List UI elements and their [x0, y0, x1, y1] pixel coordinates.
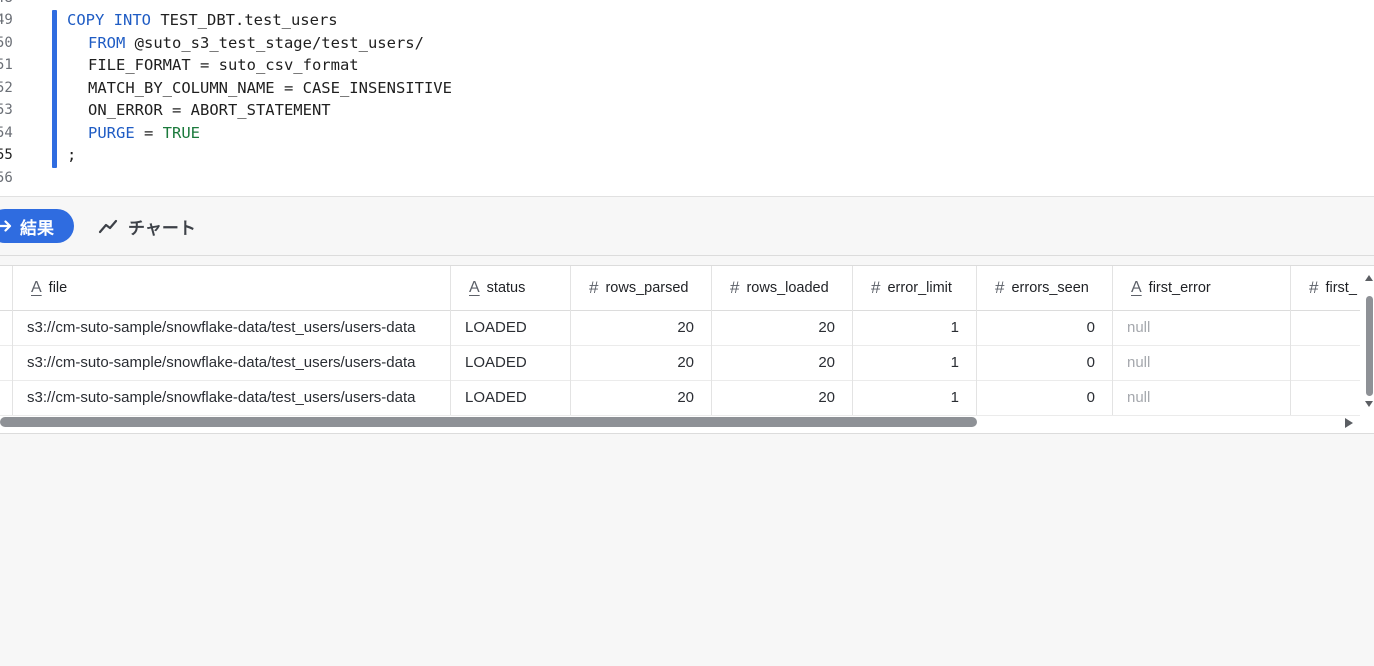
line-number-gutter: 48 49 50 51 52 53 54 55 56	[0, 0, 50, 196]
sql-keyword: INTO	[113, 11, 151, 29]
sql-keyword: FROM	[88, 34, 126, 52]
column-header-label: rows_loaded	[746, 280, 829, 296]
column-header-file[interactable]: A file	[12, 266, 450, 310]
table-row[interactable]: s3://cm-suto-sample/snowflake-data/test_…	[0, 345, 1360, 381]
column-header-error-limit[interactable]: # error_limit	[852, 266, 976, 310]
code-line[interactable]: ON_ERROR = ABORT_STATEMENT	[88, 99, 331, 121]
cell-errors-seen[interactable]: 0	[976, 345, 1112, 380]
cell-first-error[interactable]: null	[1112, 380, 1290, 415]
column-header-status[interactable]: A status	[450, 266, 570, 310]
text-type-icon: A	[469, 279, 480, 296]
grid-header-row: A file A status # rows_parsed # rows_loa…	[0, 266, 1360, 311]
code-line[interactable]: COPY INTO TEST_DBT.test_users	[67, 9, 338, 31]
code-line[interactable]: ;	[67, 144, 76, 166]
number-type-icon: #	[871, 278, 881, 297]
line-number: 50	[0, 35, 13, 51]
scroll-down-icon[interactable]	[1364, 400, 1374, 408]
code-line[interactable]: PURGE = TRUE	[88, 122, 200, 144]
column-header-first-error[interactable]: A first_error	[1112, 266, 1290, 310]
scroll-up-icon[interactable]	[1364, 274, 1374, 282]
line-number: 49	[0, 12, 13, 28]
table-row[interactable]: s3://cm-suto-sample/snowflake-data/test_…	[0, 380, 1360, 416]
code-line[interactable]: MATCH_BY_COLUMN_NAME = CASE_INSENSITIVE	[88, 77, 452, 99]
cell-first-line[interactable]	[1290, 310, 1360, 345]
cell-rows-parsed[interactable]: 20	[570, 380, 711, 415]
result-tabbar: 結果 チャート	[0, 197, 1374, 256]
code-line[interactable]: FROM @suto_s3_test_stage/test_users/	[88, 32, 424, 54]
cell-status[interactable]: LOADED	[450, 310, 570, 345]
column-header-label: status	[486, 280, 526, 296]
column-header-label: rows_parsed	[605, 280, 689, 296]
cell-first-line[interactable]	[1290, 380, 1360, 415]
sql-boolean: TRUE	[162, 124, 200, 142]
cell-rows-loaded[interactable]: 20	[711, 345, 852, 380]
line-number: 52	[0, 80, 13, 96]
cell-error-limit[interactable]: 1	[852, 310, 976, 345]
column-header-label: file	[48, 280, 68, 296]
cell-file[interactable]: s3://cm-suto-sample/snowflake-data/test_…	[12, 310, 450, 345]
line-chart-icon	[98, 219, 118, 234]
vertical-scrollbar-thumb[interactable]	[1366, 296, 1373, 396]
cell-first-error[interactable]: null	[1112, 345, 1290, 380]
tab-chart[interactable]: チャート	[98, 211, 196, 241]
cell-file[interactable]: s3://cm-suto-sample/snowflake-data/test_…	[12, 380, 450, 415]
cell-error-limit[interactable]: 1	[852, 380, 976, 415]
line-number: 55	[0, 147, 13, 163]
sql-keyword: PURGE	[88, 124, 135, 142]
column-header-label: first_error	[1148, 280, 1211, 296]
cell-errors-seen[interactable]: 0	[976, 380, 1112, 415]
line-number: 54	[0, 125, 13, 141]
cell-rows-loaded[interactable]: 20	[711, 380, 852, 415]
cell-status[interactable]: LOADED	[450, 345, 570, 380]
column-header-rows-parsed[interactable]: # rows_parsed	[570, 266, 711, 310]
sql-editor[interactable]: 48 49 50 51 52 53 54 55 56 COPY INTO TES…	[0, 0, 1374, 197]
line-number: 51	[0, 57, 13, 73]
cell-rows-parsed[interactable]: 20	[570, 310, 711, 345]
tab-results[interactable]: 結果	[0, 209, 74, 243]
line-number: 56	[0, 170, 13, 186]
results-grid[interactable]: A file A status # rows_parsed # rows_loa…	[0, 265, 1374, 434]
sql-text: TEST_DBT.test_users	[151, 11, 338, 29]
number-type-icon: #	[589, 278, 599, 297]
column-header-label: error_limit	[887, 280, 952, 296]
text-type-icon: A	[1131, 279, 1142, 296]
number-type-icon: #	[730, 278, 740, 297]
column-header-first-line[interactable]: # first_	[1290, 266, 1360, 310]
cell-rows-parsed[interactable]: 20	[570, 345, 711, 380]
tab-chart-label: チャート	[128, 218, 196, 238]
cell-file[interactable]: s3://cm-suto-sample/snowflake-data/test_…	[12, 345, 450, 380]
line-number: 48	[0, 0, 13, 9]
column-header-rows-loaded[interactable]: # rows_loaded	[711, 266, 852, 310]
cell-error-limit[interactable]: 1	[852, 345, 976, 380]
sql-text: =	[134, 124, 163, 142]
vertical-scrollbar[interactable]	[1364, 274, 1374, 424]
number-type-icon: #	[995, 278, 1005, 297]
horizontal-scrollbar-thumb[interactable]	[0, 417, 977, 427]
cell-first-error[interactable]: null	[1112, 310, 1290, 345]
tab-results-label: 結果	[20, 218, 54, 238]
arrow-right-icon	[0, 220, 12, 232]
text-type-icon: A	[31, 279, 42, 296]
cell-status[interactable]: LOADED	[450, 380, 570, 415]
statement-selection-bar	[52, 10, 57, 168]
column-header-errors-seen[interactable]: # errors_seen	[976, 266, 1112, 310]
cell-rows-loaded[interactable]: 20	[711, 310, 852, 345]
column-header-label: errors_seen	[1011, 280, 1089, 296]
table-row[interactable]: s3://cm-suto-sample/snowflake-data/test_…	[0, 310, 1360, 346]
column-header-label: first_	[1325, 280, 1357, 296]
sql-text: @suto_s3_test_stage/test_users/	[125, 34, 424, 52]
sql-keyword: COPY	[67, 11, 105, 29]
number-type-icon: #	[1309, 278, 1319, 297]
cell-first-line[interactable]	[1290, 345, 1360, 380]
cell-errors-seen[interactable]: 0	[976, 310, 1112, 345]
scroll-right-icon[interactable]	[1344, 417, 1354, 429]
code-line[interactable]: FILE_FORMAT = suto_csv_format	[88, 54, 359, 76]
line-number: 53	[0, 102, 13, 118]
